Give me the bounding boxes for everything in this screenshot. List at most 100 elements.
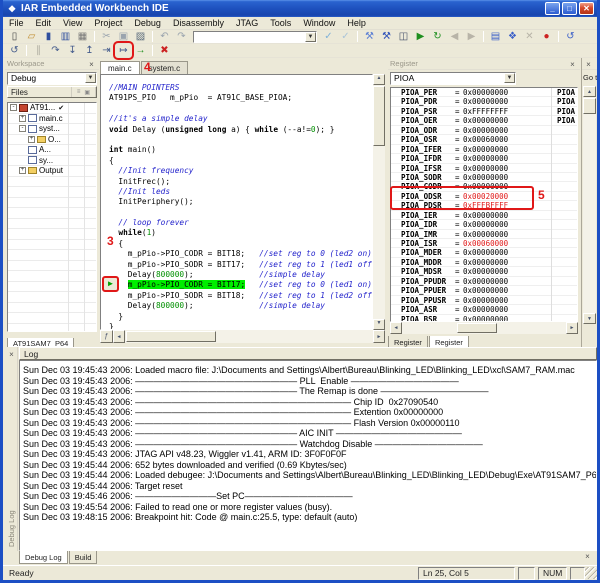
register-close-icon[interactable]: ×: [567, 59, 578, 69]
tree-item-a[interactable]: A...: [8, 145, 96, 156]
collapse-icon[interactable]: -: [19, 125, 26, 132]
compile-icon[interactable]: ⚒: [362, 30, 377, 43]
step-into-icon[interactable]: ↧: [65, 44, 80, 57]
toggle-breakpoint-icon[interactable]: ●: [539, 30, 554, 43]
register-row-PIOA_IFDR[interactable]: PIOA_IFDR=0x00000000: [391, 154, 577, 163]
refresh-views-icon[interactable]: ↺: [563, 30, 578, 43]
tree-item-o[interactable]: +O...: [8, 135, 96, 146]
menu-file[interactable]: File: [3, 17, 30, 29]
workspace-config-combo[interactable]: Debug ▼: [7, 72, 97, 85]
register-hscrollbar[interactable]: ◄ ►: [390, 322, 578, 334]
find-previous-icon[interactable]: ✓: [321, 30, 336, 43]
menu-help[interactable]: Help: [341, 17, 372, 29]
find-next-icon[interactable]: ✓: [338, 30, 353, 43]
print-icon[interactable]: ▦: [75, 30, 90, 43]
step-over-icon[interactable]: ↷: [48, 44, 63, 57]
menu-tools[interactable]: Tools: [264, 17, 297, 29]
debug-without-downloading-icon[interactable]: ↻: [430, 30, 445, 43]
chevron-down-icon[interactable]: ▼: [504, 73, 515, 83]
register-row-PIOA_PPUSR[interactable]: PIOA_PPUSR=0x00000000: [391, 296, 577, 305]
scroll-down-icon[interactable]: ▼: [373, 319, 385, 330]
menu-window[interactable]: Window: [297, 17, 341, 29]
register-row-PIOA_MDER[interactable]: PIOA_MDER=0x00000000: [391, 248, 577, 257]
tab-build[interactable]: Build: [69, 551, 98, 564]
close-button[interactable]: ✕: [579, 2, 594, 15]
paste-icon[interactable]: ▨: [133, 30, 148, 43]
scroll-right-icon[interactable]: ►: [373, 330, 385, 343]
register-row-PIOA_MDSR[interactable]: PIOA_MDSR=0x00000000: [391, 267, 577, 276]
next-statement-icon[interactable]: ⇥: [99, 44, 114, 57]
source-browser-icon[interactable]: ❖: [505, 30, 520, 43]
workspace-close-icon[interactable]: ×: [86, 59, 97, 69]
register-row-PIOA_OER[interactable]: PIOA_OER=0x00000000PIOA: [391, 116, 577, 125]
save-icon[interactable]: ▮: [41, 30, 56, 43]
tree-item-output[interactable]: +Output: [8, 166, 96, 177]
files-column-header[interactable]: Files ≡▣: [7, 86, 97, 98]
register-row-PIOA_ASR[interactable]: PIOA_ASR=0x00000000: [391, 305, 577, 314]
annotation-box-pc-arrow[interactable]: ►: [102, 276, 119, 292]
log-close-icon[interactable]: ×: [6, 349, 17, 359]
menu-jtag[interactable]: JTAG: [230, 17, 264, 29]
open-file-icon[interactable]: ▱: [24, 30, 39, 43]
expand-icon[interactable]: +: [19, 115, 26, 122]
workspace-tree[interactable]: -AT91...✔+main.c-syst...+O...A...sy...+O…: [7, 102, 97, 332]
scroll-up-icon[interactable]: ▲: [373, 74, 385, 85]
register-row-PIOA_SODR[interactable]: PIOA_SODR=0x00000000: [391, 173, 577, 182]
disassembly-close-icon[interactable]: ×: [583, 59, 594, 69]
disassembly-vscrollbar[interactable]: ▲ ▼: [583, 86, 596, 324]
register-row-PIOA_PER[interactable]: PIOA_PER=0x00000000PIOA: [391, 88, 577, 97]
register-row-PIOA_PDR[interactable]: PIOA_PDR=0x00000000PIOA: [391, 97, 577, 106]
register-row-PIOA_PPUER[interactable]: PIOA_PPUER=0x00000000: [391, 286, 577, 295]
log-tabbar-close-icon[interactable]: ×: [582, 551, 593, 561]
download-and-debug-icon[interactable]: ▶: [413, 30, 428, 43]
register-row-PIOA_ODR[interactable]: PIOA_ODR=0x00000000: [391, 126, 577, 135]
register-row-PIOA_ISR[interactable]: PIOA_ISR=0x00060000: [391, 239, 577, 248]
tree-item-mainc[interactable]: +main.c: [8, 114, 96, 125]
reset-icon[interactable]: ↺: [7, 44, 22, 57]
menu-edit[interactable]: Edit: [30, 17, 58, 29]
register-row-PIOA_MDDR[interactable]: PIOA_MDDR=0x00000000: [391, 258, 577, 267]
quick-search-combo[interactable]: ▼: [193, 31, 317, 43]
editor-vscroll-thumb[interactable]: [373, 86, 385, 146]
make-icon[interactable]: ⚒: [379, 30, 394, 43]
register-group-combo[interactable]: PIOA ▼: [390, 72, 516, 85]
toggle-window-icon[interactable]: ◫: [396, 30, 411, 43]
chevron-down-icon[interactable]: ▼: [305, 32, 316, 42]
scroll-down-icon[interactable]: ▼: [583, 313, 596, 324]
sort-columns-icon[interactable]: ≡: [77, 89, 81, 95]
chevron-down-icon[interactable]: ▼: [85, 73, 96, 83]
scroll-left-icon[interactable]: ◄: [113, 330, 125, 343]
register-row-PIOA_IMR[interactable]: PIOA_IMR=0x00000000: [391, 230, 577, 239]
minimize-button[interactable]: _: [545, 2, 560, 15]
stop-debugger-icon[interactable]: ✖: [157, 44, 172, 57]
register-row-PIOA_IDR[interactable]: PIOA_IDR=0x00000000: [391, 220, 577, 229]
go-icon[interactable]: →: [133, 44, 148, 57]
options-icon[interactable]: ▣: [84, 89, 90, 96]
menu-view[interactable]: View: [57, 17, 88, 29]
scroll-up-icon[interactable]: ▲: [583, 86, 596, 97]
tree-item-syst[interactable]: -syst...: [8, 124, 96, 135]
step-out-icon[interactable]: ↥: [82, 44, 97, 57]
code-editor[interactable]: //MAIN POINTERSAT91PS_PIO m_pPio = AT91C…: [100, 74, 373, 330]
register-row-PIOA_OSR[interactable]: PIOA_OSR=0x00060000: [391, 135, 577, 144]
tab-debug-log[interactable]: Debug Log: [19, 551, 68, 564]
title-bar[interactable]: ❖ IAR Embedded Workbench IDE _ □ ✕: [3, 0, 597, 17]
new-file-icon[interactable]: ▯: [7, 30, 22, 43]
register-row-PIOA_BSR[interactable]: PIOA_BSR=0x00000000: [391, 315, 577, 323]
menu-debug[interactable]: Debug: [128, 17, 167, 29]
run-to-cursor-icon[interactable]: ↦: [116, 44, 131, 57]
menu-disassembly[interactable]: Disassembly: [167, 17, 230, 29]
scroll-right-icon[interactable]: ►: [566, 322, 578, 334]
register-row-PIOA_IER[interactable]: PIOA_IER=0x00000000: [391, 211, 577, 220]
goto-function-button[interactable]: ƒ: [100, 330, 113, 343]
tree-item-sy[interactable]: sy...: [8, 156, 96, 167]
editor-hscrollbar[interactable]: ƒ ◄ ►: [100, 330, 385, 343]
scroll-left-icon[interactable]: ◄: [390, 322, 402, 334]
maximize-button[interactable]: □: [562, 2, 577, 15]
register-row-PIOA_PPUDR[interactable]: PIOA_PPUDR=0x00000000: [391, 277, 577, 286]
editor-vscrollbar[interactable]: ▲ ▼: [373, 74, 385, 330]
register-row-PIOA_IFSR[interactable]: PIOA_IFSR=0x00000000: [391, 164, 577, 173]
register-row-PIOA_PSR[interactable]: PIOA_PSR=0xFFFFFFFFPIOA: [391, 107, 577, 116]
log-list[interactable]: Sun Dec 03 19:45:43 2006: Loaded macro f…: [19, 360, 597, 551]
tree-item-at91[interactable]: -AT91...✔: [8, 103, 96, 114]
